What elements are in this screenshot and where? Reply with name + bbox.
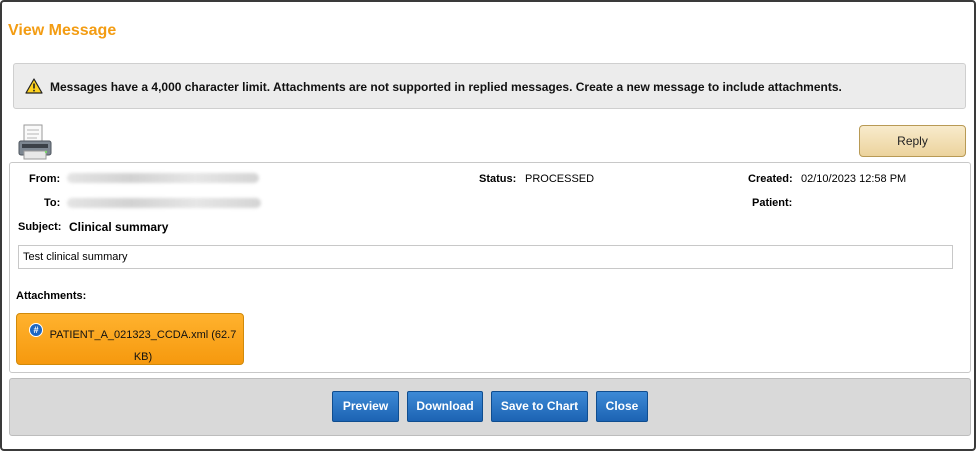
reply-button[interactable]: Reply [859,125,966,157]
close-button[interactable]: Close [596,391,648,422]
to-label: To: [44,197,61,209]
attachments-label: Attachments: [16,290,87,302]
printer-icon[interactable] [17,123,53,161]
created-value: 02/10/2023 12:58 PM [801,173,907,185]
notice-text: Messages have a 4,000 character limit. A… [50,80,842,94]
download-button[interactable]: Download [407,391,483,422]
from-label: From: [29,173,61,185]
status-value: PROCESSED [525,173,595,185]
message-details: From: To: Status: PROCESSED Created: 02/… [9,162,971,373]
subject-label: Subject: [18,221,62,233]
subject-value: Clinical summary [69,220,169,234]
save-to-chart-button[interactable]: Save to Chart [491,391,588,422]
message-body: Test clinical summary [18,245,953,269]
page-title: View Message [8,22,117,39]
warning-icon [25,78,43,94]
from-address-redacted [67,173,259,183]
created-label: Created: [748,173,793,185]
status-label: Status: [479,173,517,185]
view-message-window: View Message Messages have a 4,000 chara… [0,0,976,451]
to-address-redacted [67,198,261,208]
character-limit-notice: Messages have a 4,000 character limit. A… [13,63,966,109]
action-bar: Preview Download Save to Chart Close [9,378,971,436]
hash-icon: # [29,323,43,337]
attachment-name: PATIENT_A_021323_CCDA.xml (62.7 KB) [49,329,237,363]
preview-button[interactable]: Preview [332,391,399,422]
patient-label: Patient: [752,197,793,209]
attachment-file[interactable]: # PATIENT_A_021323_CCDA.xml (62.7 KB) [16,313,244,365]
